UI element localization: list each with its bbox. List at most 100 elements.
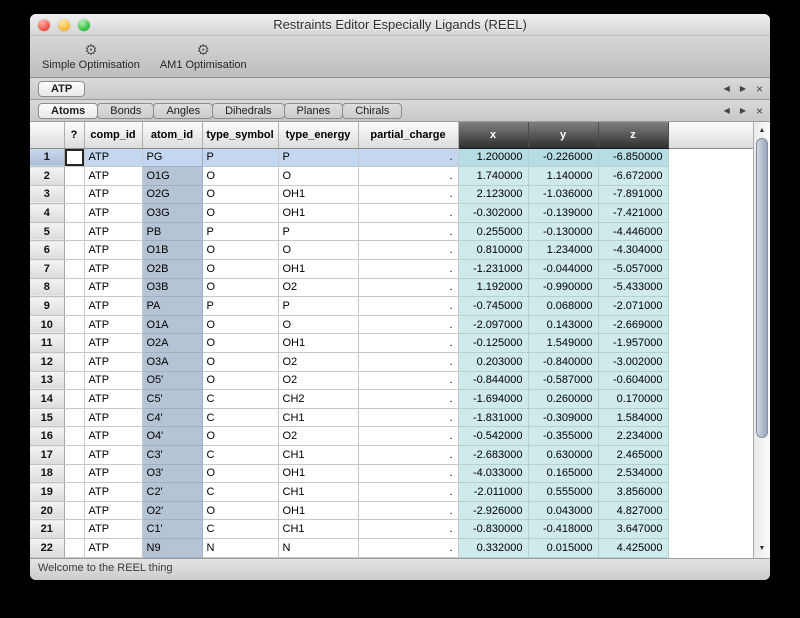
cell-y[interactable]: 1.140000 [528, 167, 598, 186]
row-header[interactable]: 15 [30, 408, 64, 427]
cell-x[interactable]: 0.810000 [458, 241, 528, 260]
cell-type_symbol[interactable]: O [202, 464, 278, 483]
cell-atom_id[interactable]: O3B [142, 278, 202, 297]
cell-x[interactable]: -2.011000 [458, 483, 528, 502]
cell-partial_charge[interactable]: . [358, 167, 458, 186]
cell-q[interactable] [64, 427, 84, 446]
cell-type_energy[interactable]: O2 [278, 371, 358, 390]
cell-partial_charge[interactable]: . [358, 483, 458, 502]
row-header[interactable]: 16 [30, 427, 64, 446]
cell-comp_id[interactable]: ATP [84, 483, 142, 502]
cell-atom_id[interactable]: O2G [142, 185, 202, 204]
cell-y[interactable]: -0.309000 [528, 408, 598, 427]
cell-q[interactable] [64, 241, 84, 260]
cell-partial_charge[interactable]: . [358, 185, 458, 204]
close-window-button[interactable] [38, 19, 50, 31]
tab-close-icon[interactable]: × [756, 84, 763, 94]
cell-partial_charge[interactable]: . [358, 222, 458, 241]
cell-atom_id[interactable]: O3A [142, 353, 202, 372]
row-header[interactable]: 22 [30, 538, 64, 557]
cell-atom_id[interactable]: PA [142, 297, 202, 316]
cell-x[interactable]: -0.830000 [458, 520, 528, 539]
cell-z[interactable]: -0.604000 [598, 371, 668, 390]
cell-partial_charge[interactable]: . [358, 260, 458, 279]
cell-comp_id[interactable]: ATP [84, 297, 142, 316]
column-header-type_energy[interactable]: type_energy [278, 122, 358, 148]
cell-type_energy[interactable]: O [278, 315, 358, 334]
titlebar[interactable]: Restraints Editor Especially Ligands (RE… [30, 14, 770, 36]
cell-y[interactable]: 0.015000 [528, 538, 598, 557]
cell-y[interactable]: 0.043000 [528, 501, 598, 520]
cell-x[interactable]: -1.831000 [458, 408, 528, 427]
cell-atom_id[interactable]: O3G [142, 204, 202, 223]
cell-type_symbol[interactable]: O [202, 501, 278, 520]
cell-q[interactable] [64, 538, 84, 557]
tab-atoms[interactable]: Atoms [38, 103, 98, 119]
cell-type_energy[interactable]: N [278, 538, 358, 557]
cell-type_symbol[interactable]: O [202, 241, 278, 260]
cell-partial_charge[interactable]: . [358, 204, 458, 223]
cell-partial_charge[interactable]: . [358, 464, 458, 483]
cell-atom_id[interactable]: PG [142, 148, 202, 167]
cell-atom_id[interactable]: C5' [142, 390, 202, 409]
cell-comp_id[interactable]: ATP [84, 371, 142, 390]
cell-z[interactable]: 3.647000 [598, 520, 668, 539]
column-header-comp_id[interactable]: comp_id [84, 122, 142, 148]
cell-x[interactable]: -0.745000 [458, 297, 528, 316]
cell-partial_charge[interactable]: . [358, 241, 458, 260]
cell-x[interactable]: 1.200000 [458, 148, 528, 167]
cell-type_energy[interactable]: P [278, 297, 358, 316]
column-header-type_symbol[interactable]: type_symbol [202, 122, 278, 148]
cell-q[interactable] [64, 446, 84, 465]
cell-comp_id[interactable]: ATP [84, 408, 142, 427]
cell-comp_id[interactable]: ATP [84, 222, 142, 241]
scroll-down-icon[interactable]: ▼ [754, 543, 770, 555]
column-header-partial_charge[interactable]: partial_charge [358, 122, 458, 148]
cell-x[interactable]: 0.255000 [458, 222, 528, 241]
cell-x[interactable]: 0.332000 [458, 538, 528, 557]
cell-comp_id[interactable]: ATP [84, 260, 142, 279]
cell-type_symbol[interactable]: P [202, 148, 278, 167]
cell-q[interactable] [64, 464, 84, 483]
cell-x[interactable]: -4.033000 [458, 464, 528, 483]
cell-x[interactable]: 0.203000 [458, 353, 528, 372]
row-header[interactable]: 3 [30, 185, 64, 204]
cell-y[interactable]: -1.036000 [528, 185, 598, 204]
cell-q[interactable] [64, 408, 84, 427]
cell-partial_charge[interactable]: . [358, 315, 458, 334]
cell-atom_id[interactable]: O2B [142, 260, 202, 279]
cell-partial_charge[interactable]: . [358, 371, 458, 390]
cell-partial_charge[interactable]: . [358, 520, 458, 539]
cell-q[interactable] [64, 204, 84, 223]
minimize-window-button[interactable] [58, 19, 70, 31]
cell-z[interactable]: -4.304000 [598, 241, 668, 260]
cell-type_symbol[interactable]: C [202, 520, 278, 539]
cell-type_energy[interactable]: CH1 [278, 446, 358, 465]
zoom-window-button[interactable] [78, 19, 90, 31]
cell-x[interactable]: -2.683000 [458, 446, 528, 465]
tab-chirals[interactable]: Chirals [342, 103, 402, 119]
scroll-up-icon[interactable]: ▲ [754, 125, 770, 137]
cell-y[interactable]: 0.630000 [528, 446, 598, 465]
column-header-x[interactable]: x [458, 122, 528, 148]
cell-type_energy[interactable]: P [278, 222, 358, 241]
vertical-scrollbar[interactable]: ▲ ▼ [753, 122, 770, 558]
cell-q[interactable] [64, 260, 84, 279]
cell-atom_id[interactable]: C4' [142, 408, 202, 427]
cell-y[interactable]: -0.990000 [528, 278, 598, 297]
cell-partial_charge[interactable]: . [358, 353, 458, 372]
cell-z[interactable]: -1.957000 [598, 334, 668, 353]
cell-partial_charge[interactable]: . [358, 390, 458, 409]
cell-type_symbol[interactable]: O [202, 185, 278, 204]
cell-z[interactable]: -2.669000 [598, 315, 668, 334]
cell-atom_id[interactable]: O1A [142, 315, 202, 334]
cell-atom_id[interactable]: C2' [142, 483, 202, 502]
cell-q[interactable] [64, 297, 84, 316]
cell-partial_charge[interactable]: . [358, 427, 458, 446]
cell-type_symbol[interactable]: O [202, 204, 278, 223]
cell-y[interactable]: -0.226000 [528, 148, 598, 167]
cell-z[interactable]: -4.446000 [598, 222, 668, 241]
column-header-atom_id[interactable]: atom_id [142, 122, 202, 148]
cell-x[interactable]: -0.125000 [458, 334, 528, 353]
row-header[interactable]: 7 [30, 260, 64, 279]
